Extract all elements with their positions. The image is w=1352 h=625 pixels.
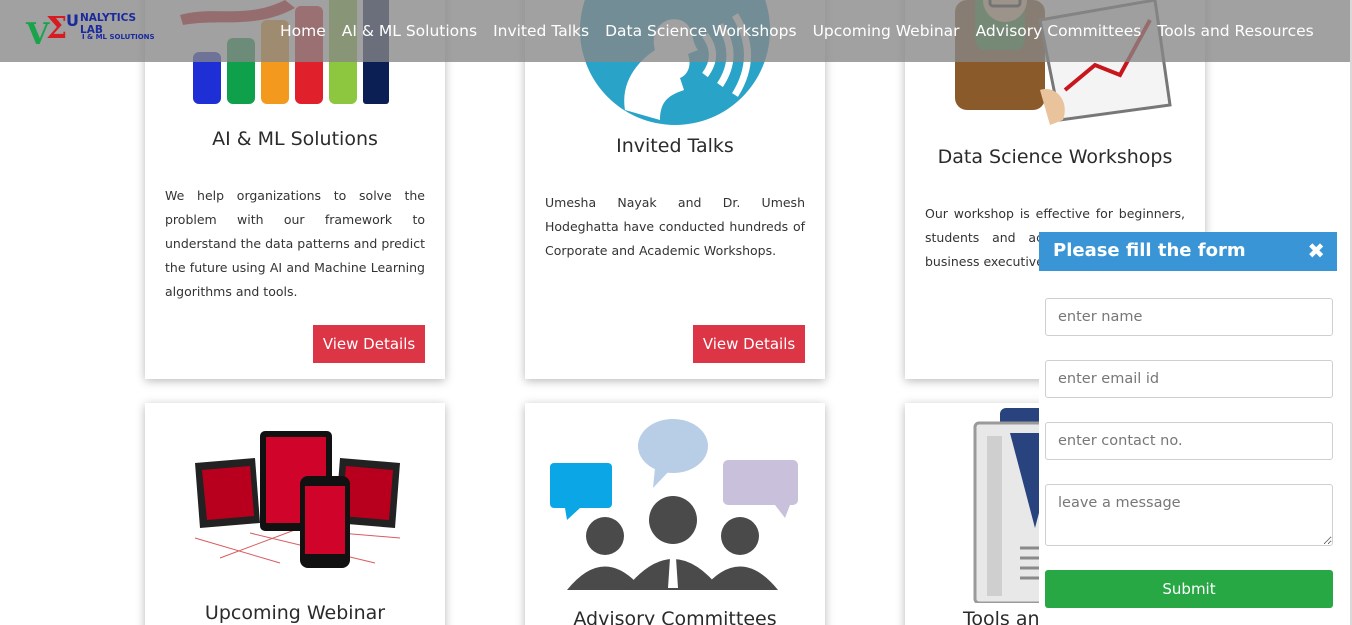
form-title: Please fill the form — [1053, 240, 1246, 261]
site-logo[interactable]: V Σ U NALYTICS LAB I & ML SOLUTIONS — [24, 6, 160, 50]
view-details-button[interactable]: View Details — [313, 325, 425, 363]
nav-tools-and-resources[interactable]: Tools and Resources — [1157, 22, 1313, 40]
message-field[interactable] — [1045, 484, 1333, 546]
nav-advisory-committees[interactable]: Advisory Committees — [976, 22, 1142, 40]
nav-upcoming-webinar[interactable]: Upcoming Webinar — [813, 22, 960, 40]
svg-text:U: U — [66, 11, 79, 30]
devices-icon — [194, 431, 401, 568]
people-chat-icon — [550, 419, 798, 590]
nav-invited-talks[interactable]: Invited Talks — [493, 22, 589, 40]
contact-field[interactable] — [1045, 422, 1333, 460]
card-title: Data Science Workshops — [937, 146, 1173, 168]
nav-ai-ml-solutions[interactable]: AI & ML Solutions — [342, 22, 477, 40]
card-description: We help organizations to solve the probl… — [165, 188, 425, 299]
contact-form-popup: Please fill the form ✖ Submit — [1039, 232, 1339, 625]
card-title: Invited Talks — [616, 135, 734, 157]
form-header: Please fill the form ✖ — [1039, 232, 1337, 271]
card-title: AI & ML Solutions — [212, 128, 378, 150]
email-field[interactable] — [1045, 360, 1333, 398]
view-details-button[interactable]: View Details — [693, 325, 805, 363]
logo-mark-icon: V Σ U — [25, 11, 79, 50]
card-title: Advisory Committees — [573, 608, 777, 625]
submit-button[interactable]: Submit — [1045, 570, 1333, 608]
svg-text:Σ: Σ — [46, 11, 67, 46]
logo-tagline: I & ML SOLUTIONS — [82, 33, 155, 41]
card-upcoming-webinar: Upcoming Webinar — [145, 403, 445, 625]
card-description: Umesha Nayak and Dr. Umesh Hodeghatta ha… — [545, 195, 805, 258]
nav-home[interactable]: Home — [280, 22, 326, 40]
card-advisory-committees: Advisory Committees — [525, 403, 825, 625]
top-navbar: V Σ U NALYTICS LAB I & ML SOLUTIONS Home… — [0, 0, 1352, 62]
close-icon[interactable]: ✖ — [1307, 239, 1325, 263]
name-field[interactable] — [1045, 298, 1333, 336]
nav-data-science-workshops[interactable]: Data Science Workshops — [605, 22, 797, 40]
nav-menu: Home AI & ML Solutions Invited Talks Dat… — [280, 0, 1330, 62]
card-title: Upcoming Webinar — [204, 602, 386, 624]
